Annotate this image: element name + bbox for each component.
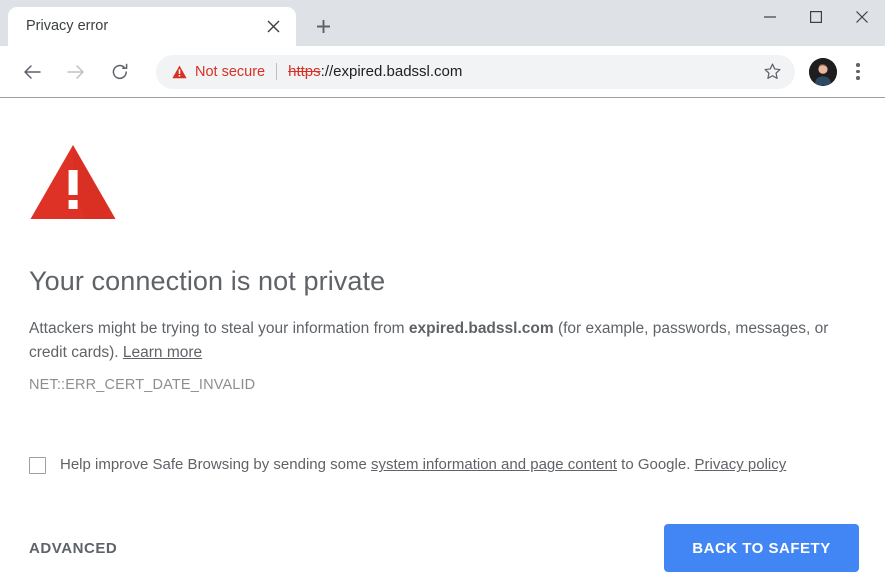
menu-dot xyxy=(856,63,860,67)
tab-strip: Privacy error xyxy=(0,0,885,46)
maximize-window-button[interactable] xyxy=(793,0,839,33)
sb-middle: to Google. xyxy=(616,456,695,474)
sb-prefix: Help improve Safe Browsing by sending so… xyxy=(60,456,371,474)
page-title: Your connection is not private xyxy=(29,266,386,296)
browser-toolbar: Not secure https://expired.badssl.com xyxy=(0,46,885,98)
interstitial-actions: ADVANCED BACK TO SAFETY xyxy=(29,510,859,586)
minimize-window-button[interactable] xyxy=(747,0,793,33)
close-window-button[interactable] xyxy=(839,0,885,33)
learn-more-link[interactable]: Learn more xyxy=(123,344,202,361)
browser-window: Privacy error Not secure https://expired… xyxy=(0,0,885,586)
window-controls xyxy=(747,0,885,33)
error-code: NET::ERR_CERT_DATE_INVALID xyxy=(29,377,256,394)
close-tab-icon[interactable] xyxy=(260,14,286,40)
safe-browsing-opt-in: Help improve Safe Browsing by sending so… xyxy=(29,455,856,475)
not-secure-label: Not secure xyxy=(195,63,266,80)
address-bar[interactable]: Not secure https://expired.badssl.com xyxy=(156,54,795,89)
browser-tab[interactable]: Privacy error xyxy=(8,7,296,46)
tab-title: Privacy error xyxy=(26,19,109,34)
reload-icon[interactable] xyxy=(104,56,136,88)
new-tab-button[interactable] xyxy=(308,11,338,41)
forward-icon[interactable] xyxy=(60,56,92,88)
advanced-button[interactable]: ADVANCED xyxy=(29,530,117,567)
body-prefix: Attackers might be trying to steal your … xyxy=(29,320,409,338)
back-icon[interactable] xyxy=(16,56,48,88)
menu-dot xyxy=(856,69,860,74)
profile-avatar[interactable] xyxy=(809,57,837,86)
omnibox-divider xyxy=(276,63,278,80)
interstitial-body: Attackers might be trying to steal your … xyxy=(29,317,853,365)
security-status[interactable]: Not secure xyxy=(172,64,265,80)
warning-triangle-icon xyxy=(29,143,856,227)
menu-dot xyxy=(856,76,860,80)
privacy-policy-link[interactable]: Privacy policy xyxy=(695,456,787,473)
back-to-safety-button[interactable]: BACK TO SAFETY xyxy=(664,524,859,572)
url-rest: ://expired.badssl.com xyxy=(320,63,463,80)
system-information-link[interactable]: system information and page content xyxy=(371,456,617,473)
bookmark-star-icon[interactable] xyxy=(757,57,787,87)
ssl-interstitial: Your connection is not private Attackers… xyxy=(29,143,856,475)
chrome-menu-icon[interactable] xyxy=(843,56,873,88)
url-text: https://expired.badssl.com xyxy=(288,63,757,80)
page-content: Your connection is not private Attackers… xyxy=(0,98,885,586)
safe-browsing-label: Help improve Safe Browsing by sending so… xyxy=(60,455,786,475)
url-scheme: https xyxy=(288,63,321,80)
safe-browsing-checkbox[interactable] xyxy=(29,457,46,475)
warning-triangle-icon xyxy=(172,65,187,79)
affected-domain: expired.badssl.com xyxy=(408,320,554,338)
